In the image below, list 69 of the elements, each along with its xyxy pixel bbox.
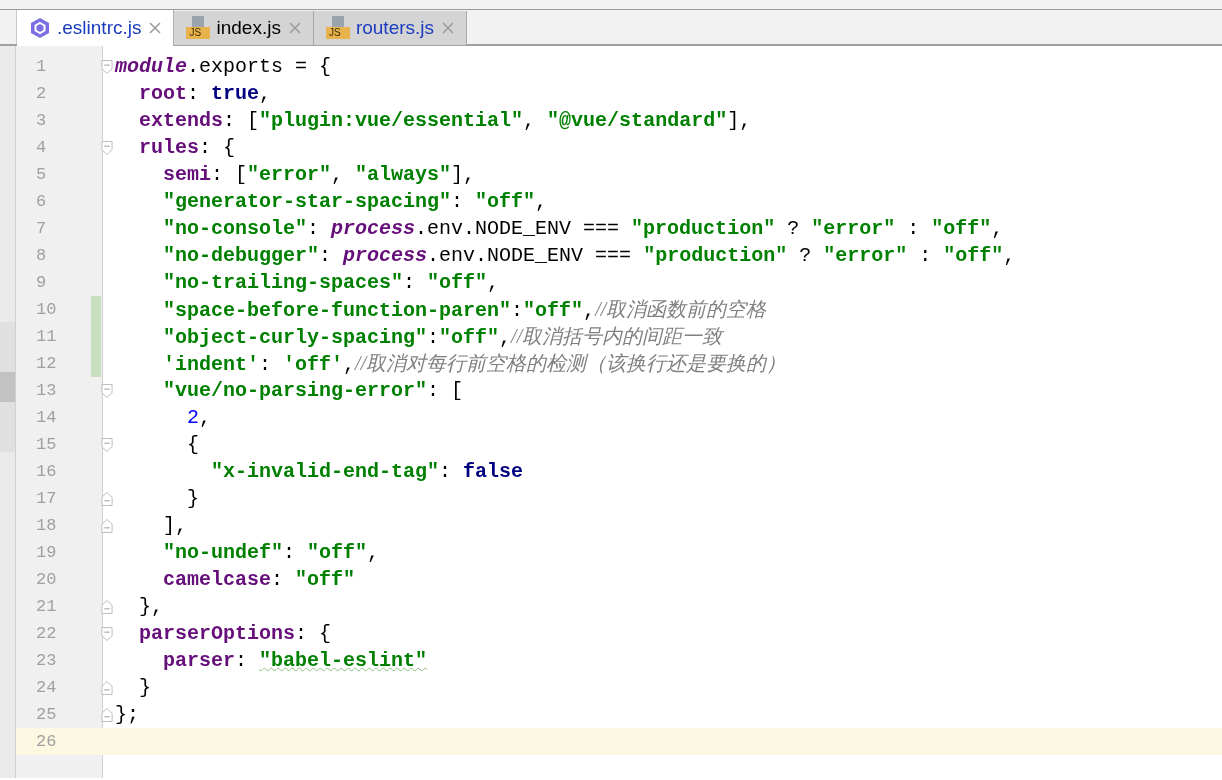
code-line: "generator-star-spacing": "off",	[162, 189, 548, 215]
line-number: 7	[35, 217, 48, 240]
code-line: "space-before-function-paren":"off",//取消函数前的空格	[162, 296, 767, 324]
line-number: 24	[35, 676, 58, 699]
line-number: 16	[35, 460, 58, 483]
code-line: root: true,	[138, 81, 272, 107]
line-number: 10	[35, 298, 58, 321]
fold-icon[interactable]	[101, 679, 113, 696]
fold-icon[interactable]	[101, 490, 113, 507]
code-line: {	[186, 432, 199, 458]
code-line: rules: {	[138, 135, 236, 161]
fold-icon[interactable]	[101, 517, 113, 534]
line-number: 17	[35, 487, 58, 510]
line-number: 14	[35, 406, 58, 429]
code-line: parserOptions: {	[138, 621, 332, 647]
fold-icon[interactable]	[101, 598, 113, 615]
line-number: 1	[35, 55, 48, 78]
line-number: 11	[35, 325, 58, 348]
line-number: 20	[35, 568, 58, 591]
line-number: 13	[35, 379, 58, 402]
line-number: 8	[35, 244, 48, 267]
line-number: 25	[35, 703, 58, 726]
code-line: extends: ["plugin:vue/essential", "@vue/standard"],	[138, 108, 752, 134]
line-number: 26	[35, 730, 58, 753]
line-number: 5	[35, 163, 48, 186]
line-number: 6	[35, 190, 48, 213]
code-line: "no-undef": "off",	[162, 540, 380, 566]
code-line: parser: "babel-eslint"	[162, 648, 428, 674]
line-number: 3	[35, 109, 48, 132]
fold-icon[interactable]	[101, 625, 113, 642]
code-line: "no-console": process.env.NODE_ENV === "production" ? "error" : "off",	[162, 216, 1004, 242]
code-line: "object-curly-spacing":"off",//取消括号内的间距一致	[162, 323, 723, 351]
editor-tab[interactable]: JS index.js	[174, 11, 314, 45]
close-icon[interactable]	[288, 22, 301, 34]
code-line: "no-debugger": process.env.NODE_ENV === "production" ? "error" : "off",	[162, 243, 1016, 269]
line-number: 23	[35, 649, 58, 672]
line-number: 18	[35, 514, 58, 537]
fold-icon[interactable]	[101, 58, 113, 75]
line-number: 19	[35, 541, 58, 564]
line-number: 2	[35, 82, 48, 105]
close-icon[interactable]	[149, 22, 162, 34]
code-line: ],	[162, 513, 187, 539]
code-line: }	[138, 675, 151, 701]
scrollbar-thumb[interactable]	[0, 372, 15, 402]
fold-icon[interactable]	[101, 706, 113, 723]
close-icon[interactable]	[442, 22, 455, 34]
line-number: 4	[35, 136, 48, 159]
fold-icon[interactable]	[101, 139, 113, 156]
fold-icon[interactable]	[101, 382, 113, 399]
code-line: 'indent': 'off',//取消对每行前空格的检测（该换行还是要换的）	[162, 350, 787, 378]
code-line: },	[138, 594, 163, 620]
line-number: 21	[35, 595, 58, 618]
code-line: 2,	[186, 405, 212, 431]
code-line: camelcase: "off"	[162, 567, 356, 593]
code-line: semi: ["error", "always"],	[162, 162, 476, 188]
editor-tab[interactable]: JS routers.js	[313, 11, 468, 45]
code-line: };	[115, 702, 139, 728]
code-line: "no-trailing-spaces": "off",	[162, 270, 500, 296]
line-number: 15	[35, 433, 58, 456]
line-number: 12	[35, 352, 58, 375]
code-line: module.exports = {	[115, 54, 332, 80]
code-line: "vue/no-parsing-error": [	[162, 378, 464, 404]
code-line: }	[186, 486, 199, 512]
line-number: 22	[35, 622, 58, 645]
fold-icon[interactable]	[101, 436, 113, 453]
hexagon-icon	[29, 17, 51, 39]
line-number: 9	[35, 271, 48, 294]
editor-tab[interactable]: .eslintrc.js	[17, 10, 175, 46]
code-line: "x-invalid-end-tag": false	[210, 459, 524, 485]
